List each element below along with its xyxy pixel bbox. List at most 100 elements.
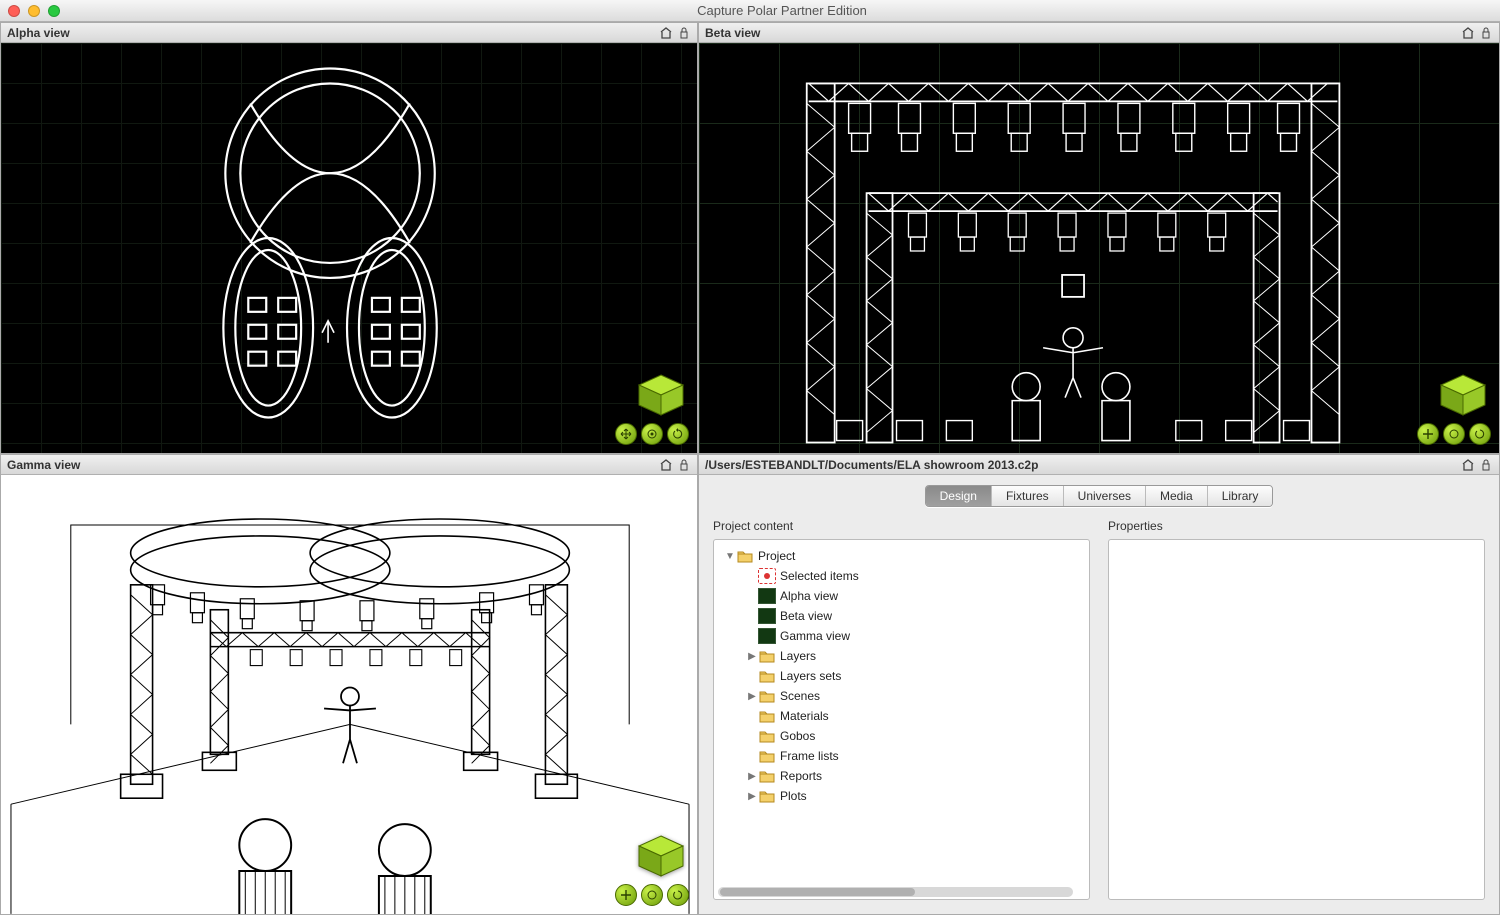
tree-item-label: Layers sets xyxy=(780,669,841,683)
pan-tool-icon[interactable] xyxy=(1417,423,1439,445)
tree-item-label: Plots xyxy=(780,789,807,803)
beta-wireframe xyxy=(699,43,1499,453)
folder-icon xyxy=(758,688,776,704)
tree-item-label: Frame lists xyxy=(780,749,839,763)
tree-item[interactable]: ▶ Reports xyxy=(718,766,1085,786)
rotate-tool-icon[interactable] xyxy=(667,423,689,445)
project-panel-header: /Users/ESTEBANDLT/Documents/ELA showroom… xyxy=(699,455,1499,475)
tree-item[interactable]: Materials xyxy=(718,706,1085,726)
folder-icon xyxy=(758,788,776,804)
panel-popout-icon[interactable] xyxy=(659,26,673,40)
pan-tool-icon[interactable] xyxy=(615,423,637,445)
panel-lock-icon[interactable] xyxy=(677,458,691,472)
tree-item-label: Alpha view xyxy=(780,589,838,603)
folder-icon xyxy=(758,728,776,744)
project-panel: /Users/ESTEBANDLT/Documents/ELA showroom… xyxy=(698,454,1500,915)
folder-icon xyxy=(758,708,776,724)
pan-tool-icon[interactable] xyxy=(615,884,637,906)
tab-design[interactable]: Design xyxy=(926,486,992,506)
gamma-wireframe xyxy=(1,475,697,914)
folder-icon xyxy=(758,768,776,784)
beta-view-panel: Beta view xyxy=(698,22,1500,454)
disclosure-triangle-icon[interactable]: ▶ xyxy=(746,771,758,782)
project-tree[interactable]: ▼ Project Selected items Alpha view Beta vie… xyxy=(713,539,1090,900)
tree-item[interactable]: Alpha view xyxy=(718,586,1085,606)
tree-item-label: Selected items xyxy=(780,569,859,583)
panel-popout-icon[interactable] xyxy=(1461,26,1475,40)
tree-item-label: Gamma view xyxy=(780,629,850,643)
properties-list[interactable] xyxy=(1108,539,1485,900)
orbit-tool-icon[interactable] xyxy=(641,423,663,445)
horizontal-scrollbar[interactable] xyxy=(718,887,1073,897)
nav-cube-icon[interactable] xyxy=(1435,371,1491,419)
traffic-lights xyxy=(8,5,60,17)
tree-item[interactable]: ▶ Layers xyxy=(718,646,1085,666)
nav-cube-icon[interactable] xyxy=(633,371,689,419)
panel-popout-icon[interactable] xyxy=(1461,458,1475,472)
orbit-tool-icon[interactable] xyxy=(641,884,663,906)
tree-item[interactable]: Beta view xyxy=(718,606,1085,626)
tab-fixtures[interactable]: Fixtures xyxy=(992,486,1064,506)
tab-media[interactable]: Media xyxy=(1146,486,1208,506)
gamma-view-panel: Gamma view xyxy=(0,454,698,915)
beta-view-header: Beta view xyxy=(699,23,1499,43)
gamma-view-title: Gamma view xyxy=(7,458,80,472)
rotate-tool-icon[interactable] xyxy=(1469,423,1491,445)
beta-nav-tools xyxy=(1417,371,1491,445)
disclosure-triangle-icon[interactable]: ▶ xyxy=(746,651,758,662)
tree-item[interactable]: Frame lists xyxy=(718,746,1085,766)
nav-cube-icon[interactable] xyxy=(633,832,689,880)
tree-item[interactable]: ▼ Project xyxy=(718,546,1085,566)
orbit-tool-icon[interactable] xyxy=(1443,423,1465,445)
selection-icon xyxy=(758,568,776,584)
alpha-wireframe xyxy=(1,43,697,453)
project-tabbar: Design Fixtures Universes Media Library xyxy=(713,485,1485,507)
tree-item[interactable]: Gobos xyxy=(718,726,1085,746)
tree-item-label: Layers xyxy=(780,649,816,663)
disclosure-triangle-icon[interactable]: ▶ xyxy=(746,691,758,702)
minimize-window-button[interactable] xyxy=(28,5,40,17)
tab-universes[interactable]: Universes xyxy=(1064,486,1146,506)
zoom-window-button[interactable] xyxy=(48,5,60,17)
window-titlebar: Capture Polar Partner Edition xyxy=(0,0,1500,22)
project-content-column: Project content ▼ Project Selected items Al… xyxy=(713,519,1090,900)
alpha-nav-tools xyxy=(615,371,689,445)
panel-lock-icon[interactable] xyxy=(1479,26,1493,40)
tree-item[interactable]: Layers sets xyxy=(718,666,1085,686)
beta-viewport[interactable] xyxy=(699,43,1499,453)
tree-item-label: Reports xyxy=(780,769,822,783)
properties-column: Properties xyxy=(1108,519,1485,900)
view-icon xyxy=(758,628,776,644)
tree-item-label: Project xyxy=(758,549,795,563)
beta-view-title: Beta view xyxy=(705,26,760,40)
panel-lock-icon[interactable] xyxy=(677,26,691,40)
close-window-button[interactable] xyxy=(8,5,20,17)
properties-heading: Properties xyxy=(1108,519,1485,533)
tree-item-label: Beta view xyxy=(780,609,832,623)
window-title: Capture Polar Partner Edition xyxy=(72,3,1492,18)
alpha-view-title: Alpha view xyxy=(7,26,70,40)
alpha-view-panel: Alpha view xyxy=(0,22,698,454)
tree-item-label: Materials xyxy=(780,709,829,723)
tree-item[interactable]: ▶ Plots xyxy=(718,786,1085,806)
panel-popout-icon[interactable] xyxy=(659,458,673,472)
alpha-viewport[interactable] xyxy=(1,43,697,453)
gamma-viewport[interactable] xyxy=(1,475,697,914)
folder-icon xyxy=(736,548,754,564)
gamma-nav-tools xyxy=(615,832,689,906)
folder-icon xyxy=(758,668,776,684)
tree-item[interactable]: ▶ Scenes xyxy=(718,686,1085,706)
view-icon xyxy=(758,588,776,604)
tab-library[interactable]: Library xyxy=(1208,486,1273,506)
disclosure-triangle-icon[interactable]: ▶ xyxy=(746,791,758,802)
gamma-view-header: Gamma view xyxy=(1,455,697,475)
view-icon xyxy=(758,608,776,624)
tree-item-label: Gobos xyxy=(780,729,815,743)
tree-item-label: Scenes xyxy=(780,689,820,703)
tree-item[interactable]: Gamma view xyxy=(718,626,1085,646)
tree-item[interactable]: Selected items xyxy=(718,566,1085,586)
panel-lock-icon[interactable] xyxy=(1479,458,1493,472)
project-content-heading: Project content xyxy=(713,519,1090,533)
disclosure-triangle-icon[interactable]: ▼ xyxy=(724,551,736,562)
rotate-tool-icon[interactable] xyxy=(667,884,689,906)
